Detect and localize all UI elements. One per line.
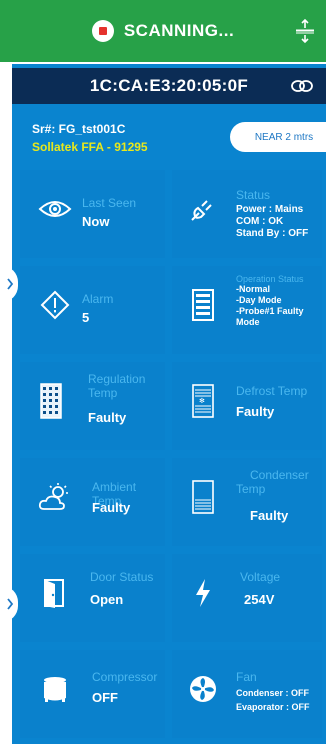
compressor-value: OFF <box>92 690 118 705</box>
regulation-temp-label: Temp <box>88 386 118 400</box>
scanning-button[interactable]: SCANNING... <box>91 20 235 42</box>
fridge-icon <box>186 288 220 322</box>
proximity-badge[interactable]: NEAR 2 mtrs <box>230 122 326 152</box>
door-status-label: Door Status <box>90 570 154 584</box>
status-com: COM : OK <box>236 216 284 227</box>
regulation-temp-value: Faulty <box>88 410 127 425</box>
plug-icon <box>186 192 220 226</box>
top-bar: SCANNING... <box>0 0 326 62</box>
operation-status-line: -Day Mode <box>236 295 282 305</box>
link-icon[interactable] <box>290 77 314 95</box>
tile-row: Door Status Open Voltage 254V <box>12 550 326 646</box>
condenser-temp-label: Condenser <box>250 468 309 482</box>
tile-row: Regulation Temp Faulty ✻ Defrost Temp Fa… <box>12 358 326 454</box>
last-seen-label: Last Seen <box>82 196 137 210</box>
alarm-label: Alarm <box>82 292 114 306</box>
voltage-label: Voltage <box>240 570 281 584</box>
tile-operation-status[interactable]: Operation Status -Normal -Day Mode -Prob… <box>172 266 322 354</box>
fan-label: Fan <box>236 670 257 684</box>
operation-status-line: -Probe#1 Faulty <box>236 306 304 316</box>
tile-last-seen[interactable]: Last Seen Now <box>20 170 165 258</box>
eye-icon <box>38 192 72 226</box>
tile-regulation-temp[interactable]: Regulation Temp Faulty <box>20 362 165 450</box>
status-standby: Stand By : OFF <box>236 228 309 239</box>
fan-icon <box>186 672 220 706</box>
alarm-value: 5 <box>82 310 90 325</box>
mac-address-bar: 1C:CA:E3:20:05:0F <box>12 68 326 104</box>
serial-number: Sr#: FG_tst001C <box>32 122 126 136</box>
status-grid: Last Seen Now Status Power : Mains COM :… <box>12 166 326 742</box>
voltage-value: 254V <box>244 592 275 607</box>
alert-diamond-icon <box>38 288 72 322</box>
chevron-right-icon <box>7 598 14 610</box>
mac-address: 1C:CA:E3:20:05:0F <box>89 76 249 95</box>
condenser-icon <box>186 480 220 514</box>
tile-defrost-temp[interactable]: ✻ Defrost Temp Faulty <box>172 362 322 450</box>
svg-text:✻: ✻ <box>199 397 205 405</box>
fan-evaporator: Evaporator : OFF <box>236 702 310 712</box>
stop-icon <box>91 20 114 42</box>
compressor-icon <box>38 672 72 706</box>
operation-status-line: Mode <box>236 317 260 327</box>
scanning-label: SCANNING... <box>123 21 235 40</box>
tile-row: Last Seen Now Status Power : Mains COM :… <box>12 166 326 262</box>
tile-row: Ambient Temp Faulty Condenser Temp Fault… <box>12 454 326 550</box>
chevron-right-icon <box>7 278 14 290</box>
defrost-temp-value: Faulty <box>236 404 275 419</box>
device-name: Sollatek FFA - 91295 <box>32 140 148 154</box>
tile-row: Alarm 5 Operation Status -Normal -Day Mo… <box>12 262 326 358</box>
tile-condenser-temp[interactable]: Condenser Temp Faulty <box>172 458 322 546</box>
weather-icon <box>38 480 72 514</box>
tile-status[interactable]: Status Power : Mains COM : OK Stand By :… <box>172 170 322 258</box>
building-icon <box>34 383 68 419</box>
tile-ambient-temp[interactable]: Ambient Temp Faulty <box>20 458 165 546</box>
door-status-value: Open <box>90 592 124 607</box>
tile-row: Compressor OFF Fan Condenser : OFF Evapo… <box>12 646 326 742</box>
regulation-temp-label: Regulation <box>88 372 146 386</box>
condenser-temp-label: Temp <box>236 482 266 496</box>
last-seen-value: Now <box>82 214 110 229</box>
lightning-icon <box>186 576 220 610</box>
operation-status-line: -Normal <box>236 284 271 294</box>
defrost-icon: ✻ <box>186 384 220 418</box>
tile-fan[interactable]: Fan Condenser : OFF Evaporator : OFF <box>172 650 322 738</box>
status-label: Status <box>236 188 271 202</box>
condenser-temp-value: Faulty <box>250 508 289 523</box>
compressor-label: Compressor <box>92 670 158 684</box>
device-info: Sr#: FG_tst001C Sollatek FFA - 91295 NEA… <box>12 104 326 166</box>
tile-alarm[interactable]: Alarm 5 <box>20 266 165 354</box>
sort-icon <box>296 18 314 44</box>
status-power: Power : Mains <box>236 204 304 215</box>
tile-door-status[interactable]: Door Status Open <box>20 554 165 642</box>
fan-condenser: Condenser : OFF <box>236 688 310 698</box>
door-icon <box>38 576 72 610</box>
ambient-temp-value: Faulty <box>92 500 131 515</box>
sort-button[interactable] <box>292 17 318 45</box>
tile-compressor[interactable]: Compressor OFF <box>20 650 165 738</box>
tile-voltage[interactable]: Voltage 254V <box>172 554 322 642</box>
defrost-temp-label: Defrost Temp <box>236 384 308 398</box>
